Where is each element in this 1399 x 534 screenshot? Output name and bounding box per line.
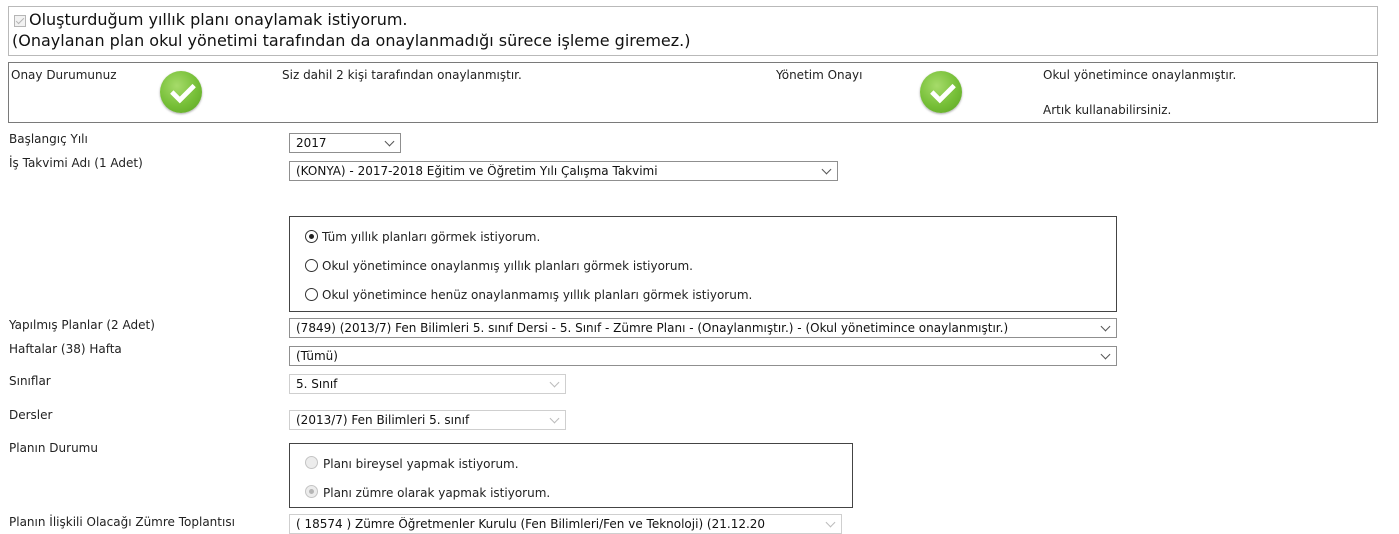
start-year-label: Başlangıç Yılı: [9, 132, 88, 146]
classes-select[interactable]: 5. Sınıf: [289, 374, 566, 394]
plan-status-label: Planın Durumu: [9, 441, 98, 455]
meeting-label: Planın İlişkili Olacağı Zümre Toplantısı: [9, 515, 235, 529]
approve-plan-checkbox[interactable]: [14, 15, 26, 27]
plan-group-label: Planı zümre olarak yapmak istiyorum.: [323, 486, 551, 500]
chevron-down-icon: [1100, 349, 1111, 360]
filter-unapproved-label: Okul yönetimince henüz onaylanmamış yıll…: [322, 288, 753, 302]
filter-all-radio[interactable]: [305, 230, 318, 243]
management-approval-label: Yönetim Onayı: [776, 68, 863, 82]
plans-value: (7849) (2013/7) Fen Bilimleri 5. sınıf D…: [296, 321, 1009, 335]
courses-label: Dersler: [9, 408, 53, 422]
approve-plan-label: Oluşturduğum yıllık planı onaylamak isti…: [29, 10, 408, 29]
plan-filter-group: Tüm yıllık planları görmek istiyorum. Ok…: [289, 216, 1117, 312]
calendar-select[interactable]: (KONYA) - 2017-2018 Eğitim ve Öğretim Yı…: [289, 161, 838, 181]
management-approval-text: Okul yönetimince onaylanmıştır.: [1043, 68, 1237, 82]
chevron-down-icon: [1100, 321, 1111, 332]
chevron-down-icon: [384, 136, 395, 147]
my-approval-text: Siz dahil 2 kişi tarafından onaylanmıştı…: [282, 68, 522, 82]
approval-status-box: Onay Durumunuz Siz dahil 2 kişi tarafınd…: [8, 62, 1378, 123]
weeks-value: (Tümü): [296, 349, 338, 363]
chevron-down-icon: [821, 164, 832, 175]
courses-select[interactable]: (2013/7) Fen Bilimleri 5. sınıf: [289, 410, 566, 430]
classes-value: 5. Sınıf: [296, 377, 338, 391]
calendar-label: İş Takvimi Adı (1 Adet): [9, 156, 143, 170]
courses-value: (2013/7) Fen Bilimleri 5. sınıf: [296, 413, 470, 427]
approve-plan-note: (Onaylanan plan okul yönetimi tarafından…: [12, 31, 691, 50]
management-approval-note: Artık kullanabilirsiniz.: [1043, 103, 1172, 117]
chevron-down-icon: [549, 377, 560, 388]
filter-approved-label: Okul yönetimince onaylanmış yıllık planl…: [322, 259, 693, 273]
meeting-select[interactable]: ( 18574 ) Zümre Öğretmenler Kurulu (Fen …: [289, 514, 842, 534]
filter-all-label: Tüm yıllık planları görmek istiyorum.: [322, 230, 541, 244]
plan-group-radio[interactable]: [305, 485, 318, 498]
management-approval-check-icon: [920, 71, 962, 113]
filter-unapproved-radio[interactable]: [305, 288, 318, 301]
approval-box: Oluşturduğum yıllık planı onaylamak isti…: [8, 6, 1378, 56]
weeks-label: Haftalar (38) Hafta: [9, 342, 122, 356]
my-approval-check-icon: [160, 71, 202, 113]
weeks-select[interactable]: (Tümü): [289, 346, 1117, 366]
chevron-down-icon: [825, 517, 836, 528]
plans-select[interactable]: (7849) (2013/7) Fen Bilimleri 5. sınıf D…: [289, 318, 1117, 338]
my-approval-label: Onay Durumunuz: [11, 68, 117, 82]
classes-label: Sınıflar: [9, 374, 51, 388]
meeting-value: ( 18574 ) Zümre Öğretmenler Kurulu (Fen …: [296, 517, 766, 531]
plan-individual-radio[interactable]: [305, 456, 318, 469]
calendar-value: (KONYA) - 2017-2018 Eğitim ve Öğretim Yı…: [296, 164, 658, 178]
plan-status-group: Planı bireysel yapmak istiyorum. Planı z…: [289, 443, 853, 508]
plan-individual-label: Planı bireysel yapmak istiyorum.: [323, 457, 519, 471]
filter-approved-radio[interactable]: [305, 259, 318, 272]
start-year-select[interactable]: 2017: [289, 133, 401, 153]
chevron-down-icon: [549, 413, 560, 424]
start-year-value: 2017: [296, 136, 327, 150]
plans-label: Yapılmış Planlar (2 Adet): [9, 318, 155, 332]
